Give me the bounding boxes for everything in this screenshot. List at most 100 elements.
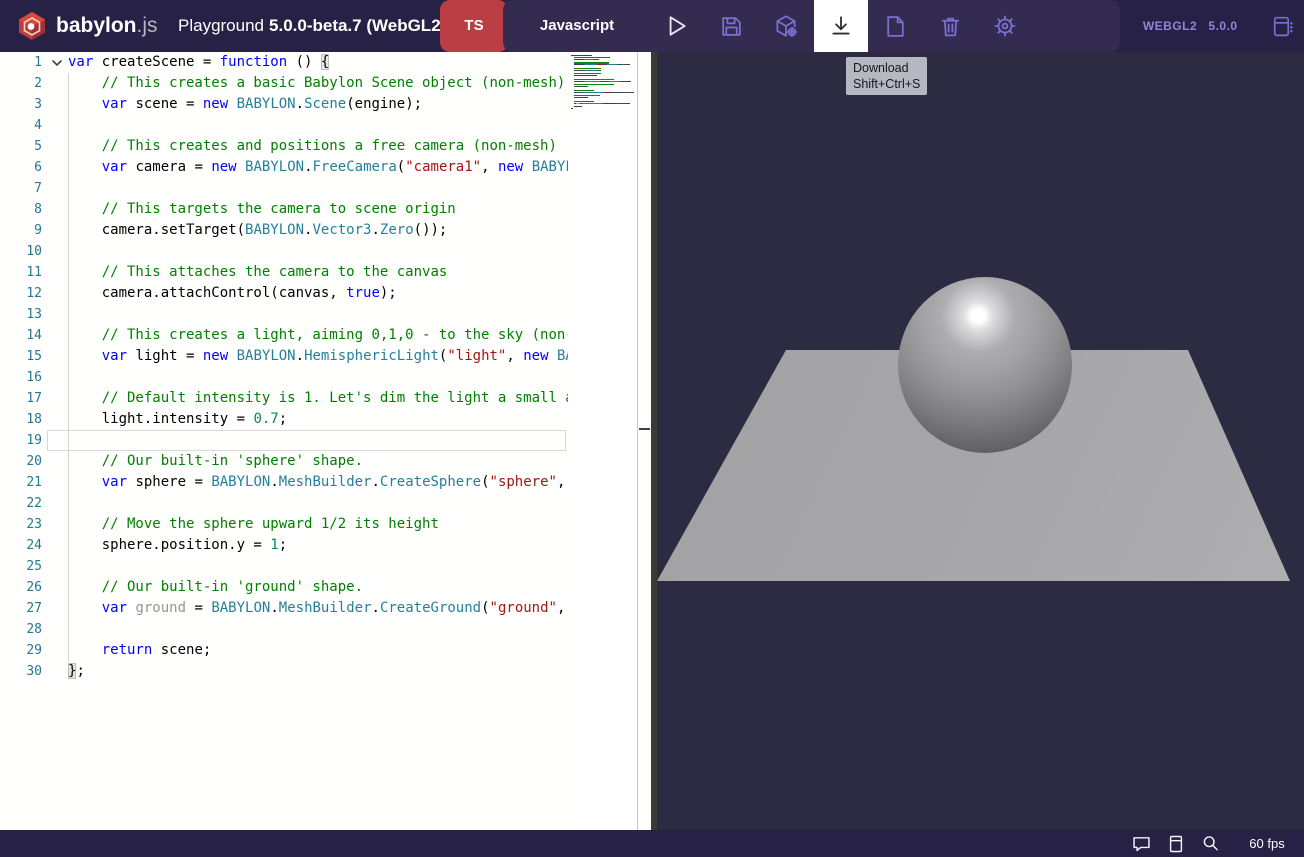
playground-window: babylon.js Playground5.0.0-beta.7 (WebGL… — [0, 0, 1304, 857]
line-number: 24 — [0, 535, 42, 556]
toolbar-panel: Javascript — [503, 0, 1120, 52]
line-number: 2 — [0, 73, 42, 94]
minimap[interactable] — [568, 52, 637, 830]
line-number: 21 — [0, 472, 42, 493]
docs-button[interactable] — [1161, 830, 1191, 857]
examples-button[interactable] — [1260, 0, 1304, 52]
comments-button[interactable] — [1126, 830, 1156, 857]
code-line[interactable] — [68, 556, 568, 577]
code-line[interactable]: // Our built-in 'sphere' shape. — [68, 451, 568, 472]
line-number: 13 — [0, 304, 42, 325]
page-title: Playground5.0.0-beta.7 (WebGL2) — [178, 0, 446, 52]
code-line[interactable]: var createScene = function () { — [68, 52, 568, 73]
line-number: 20 — [0, 451, 42, 472]
babylon-logo-icon[interactable] — [16, 10, 48, 42]
code-line[interactable]: // Move the sphere upward 1/2 its height — [68, 514, 568, 535]
new-playground-button[interactable] — [873, 0, 917, 52]
code-line[interactable]: // This attaches the camera to the canva… — [68, 262, 568, 283]
inspector-cube-icon — [773, 13, 799, 39]
line-number: 22 — [0, 493, 42, 514]
minimap-line — [571, 81, 633, 82]
gutter: 1234567891011121314151617181920212223242… — [0, 52, 42, 682]
code-line[interactable] — [68, 304, 568, 325]
notebook-icon — [1166, 834, 1186, 854]
minimap-line — [571, 108, 633, 109]
fold-chevron-down-icon[interactable] — [50, 56, 64, 70]
trash-icon — [938, 14, 963, 39]
line-number: 23 — [0, 514, 42, 535]
code-line[interactable]: camera.setTarget(BABYLON.Vector3.Zero())… — [68, 220, 568, 241]
code-line[interactable]: // This creates a basic Babylon Scene ob… — [68, 73, 568, 94]
line-number: 26 — [0, 577, 42, 598]
tooltip-shortcut: Shift+Ctrl+S — [853, 76, 920, 92]
line-number: 28 — [0, 619, 42, 640]
settings-button[interactable] — [983, 0, 1027, 52]
line-number: 29 — [0, 640, 42, 661]
brand-title: babylon.js — [56, 0, 158, 52]
code-line[interactable]: // This targets the camera to scene orig… — [68, 199, 568, 220]
version-label: 5.0.0-beta.7 (WebGL2) — [269, 16, 446, 35]
code-line[interactable]: // Default intensity is 1. Let's dim the… — [68, 388, 568, 409]
download-button[interactable] — [814, 0, 868, 52]
code-line[interactable]: var ground = BABYLON.MeshBuilder.CreateG… — [68, 598, 568, 619]
code-line[interactable]: sphere.position.y = 1; — [68, 535, 568, 556]
code-line[interactable] — [68, 367, 568, 388]
editor-scroll-gutter — [637, 52, 651, 830]
line-number: 17 — [0, 388, 42, 409]
code-line[interactable]: return scene; — [68, 640, 568, 661]
code-line[interactable]: // Our built-in 'ground' shape. — [68, 577, 568, 598]
code-line[interactable]: // This creates a light, aiming 0,1,0 - … — [68, 325, 568, 346]
line-number: 30 — [0, 661, 42, 682]
code-lines[interactable]: var createScene = function () { // This … — [68, 52, 568, 682]
sphere-mesh — [898, 277, 1072, 453]
line-number: 9 — [0, 220, 42, 241]
minimap-line — [571, 92, 633, 93]
current-language-label[interactable]: Javascript — [511, 0, 643, 52]
code-line[interactable] — [68, 178, 568, 199]
save-icon — [719, 14, 744, 39]
code-line[interactable]: }; — [68, 661, 568, 682]
splitter-handle[interactable] — [639, 428, 650, 430]
clear-button[interactable] — [928, 0, 972, 52]
line-number: 4 — [0, 115, 42, 136]
line-number: 15 — [0, 346, 42, 367]
gear-icon — [992, 13, 1018, 39]
chat-bubble-icon — [1131, 833, 1152, 854]
brand-name: babylon — [56, 14, 137, 37]
line-number: 5 — [0, 136, 42, 157]
line-number: 6 — [0, 157, 42, 178]
code-line[interactable]: var scene = new BABYLON.Scene(engine); — [68, 94, 568, 115]
code-line[interactable] — [68, 430, 568, 451]
inspector-button[interactable] — [764, 0, 808, 52]
line-number: 25 — [0, 556, 42, 577]
code-line[interactable]: camera.attachControl(canvas, true); — [68, 283, 568, 304]
play-icon — [663, 13, 689, 39]
code-line[interactable]: light.intensity = 0.7; — [68, 409, 568, 430]
run-button[interactable] — [654, 0, 698, 52]
engine-name-label: WEBGL2 — [1140, 0, 1200, 52]
code-line[interactable]: var camera = new BABYLON.FreeCamera("cam… — [68, 157, 568, 178]
examples-journal-icon — [1270, 14, 1295, 39]
code-line[interactable] — [68, 619, 568, 640]
minimap-content — [571, 55, 633, 110]
code-line[interactable] — [68, 115, 568, 136]
line-number: 14 — [0, 325, 42, 346]
code-line[interactable]: // This creates and positions a free cam… — [68, 136, 568, 157]
code-editor[interactable]: 1234567891011121314151617181920212223242… — [0, 52, 568, 830]
typescript-toggle-button[interactable]: TS — [440, 0, 508, 52]
code-line[interactable]: var sphere = BABYLON.MeshBuilder.CreateS… — [68, 472, 568, 493]
search-button[interactable] — [1195, 830, 1225, 857]
status-bar: 60 fps — [0, 830, 1304, 857]
line-number: 27 — [0, 598, 42, 619]
search-icon — [1200, 833, 1221, 854]
line-number: 10 — [0, 241, 42, 262]
code-line[interactable] — [68, 241, 568, 262]
code-line[interactable]: var light = new BABYLON.HemisphericLight… — [68, 346, 568, 367]
minimap-line — [571, 64, 633, 65]
line-number: 18 — [0, 409, 42, 430]
code-line[interactable] — [68, 493, 568, 514]
line-number: 12 — [0, 283, 42, 304]
minimap-line — [571, 103, 633, 104]
save-button[interactable] — [709, 0, 753, 52]
render-canvas[interactable] — [657, 52, 1304, 830]
